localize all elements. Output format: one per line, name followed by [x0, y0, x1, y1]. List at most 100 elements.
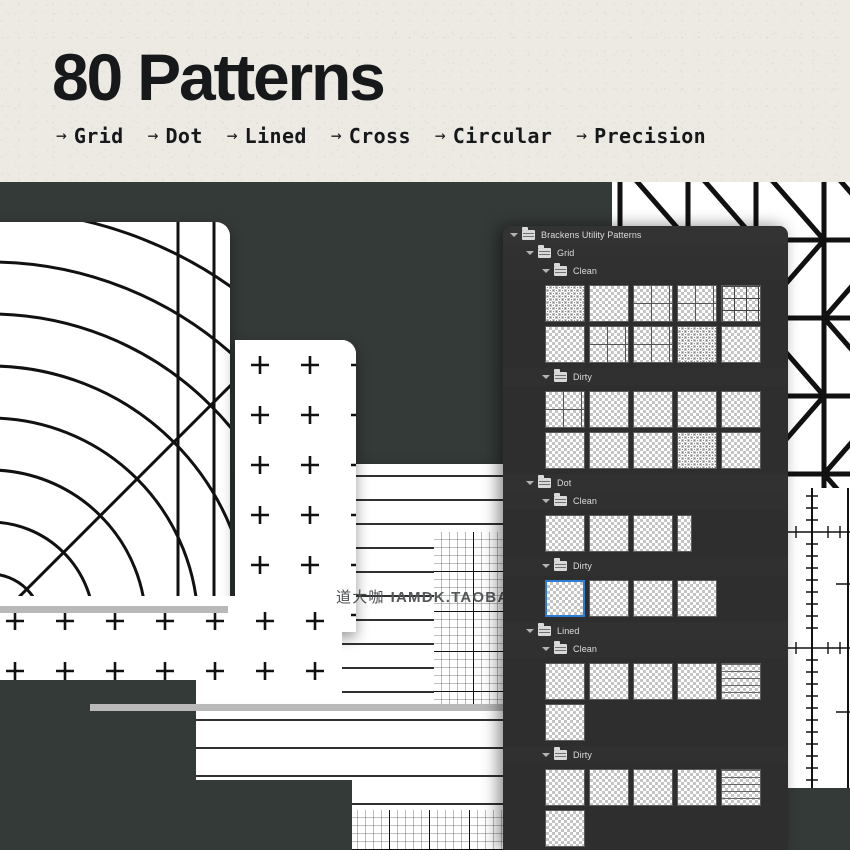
chevron-down-icon[interactable] [541, 751, 550, 760]
pattern-thumbnail[interactable] [633, 769, 673, 806]
card-edge-highlight [90, 704, 542, 711]
pattern-thumbnail[interactable] [721, 285, 761, 322]
pattern-thumbnail[interactable] [589, 326, 629, 363]
category-item-circular[interactable]: → Circular [435, 126, 552, 146]
pattern-thumbnail[interactable] [677, 663, 717, 700]
panel-subgroup-row-lined-dirty[interactable]: Dirty [503, 746, 788, 764]
category-item-grid[interactable]: → Grid [56, 126, 124, 146]
pattern-thumbnail[interactable] [589, 769, 629, 806]
panel-subgroup-label: Dirty [573, 749, 592, 760]
panel-group-grid: Grid Clean Dirty [503, 244, 788, 474]
panel-group-row-lined[interactable]: Lined [503, 622, 788, 640]
panel-subgroup-label: Clean [573, 495, 598, 506]
category-label: Precision [594, 124, 707, 148]
pattern-thumbnail[interactable] [721, 326, 761, 363]
pattern-thumbnail[interactable] [633, 580, 673, 617]
pattern-thumbnail[interactable] [589, 515, 629, 552]
panel-group-row-dot[interactable]: Dot [503, 474, 788, 492]
category-label: Circular [452, 124, 553, 148]
thumbnail-grid-dot-dirty [503, 575, 788, 622]
arrow-right-icon: → [330, 125, 342, 146]
pattern-thumbnail[interactable] [545, 515, 585, 552]
pattern-thumbnail[interactable] [633, 326, 673, 363]
chevron-down-icon[interactable] [509, 231, 518, 240]
folder-icon [554, 369, 567, 382]
pattern-thumbnail[interactable] [721, 391, 761, 428]
panel-group-label: Lined [557, 625, 580, 636]
pattern-thumbnail[interactable] [633, 515, 673, 552]
pattern-thumbnail[interactable] [589, 580, 629, 617]
arrow-right-icon: → [434, 125, 446, 146]
pattern-thumbnail[interactable] [545, 810, 585, 847]
pattern-thumbnail[interactable] [545, 704, 585, 741]
panel-subgroup-label: Clean [573, 643, 598, 654]
panel-group-label: Dot [557, 477, 572, 488]
chevron-down-icon[interactable] [541, 645, 550, 654]
cross-plus-pattern-graphic [235, 340, 356, 632]
category-label: Grid [73, 124, 124, 148]
panel-subgroup-row-grid-clean[interactable]: Clean [503, 262, 788, 280]
pattern-thumbnail[interactable] [721, 663, 761, 700]
pattern-thumbnail[interactable] [589, 391, 629, 428]
pattern-thumbnail[interactable] [545, 391, 585, 428]
patterns-panel[interactable]: Brackens Utility Patterns Grid Clean Dir… [503, 226, 788, 850]
pattern-thumbnail[interactable] [589, 285, 629, 322]
panel-subgroup-row-dot-clean[interactable]: Clean [503, 492, 788, 510]
folder-icon [554, 263, 567, 276]
folder-icon [538, 623, 551, 636]
thumbnail-grid-dot-clean [503, 510, 788, 557]
pattern-thumbnail[interactable] [677, 285, 717, 322]
pattern-thumbnail[interactable] [677, 515, 692, 552]
category-item-dot[interactable]: → Dot [148, 126, 203, 146]
folder-icon [554, 641, 567, 654]
chevron-down-icon[interactable] [525, 627, 534, 636]
pattern-thumbnail[interactable] [677, 326, 717, 363]
category-item-cross[interactable]: → Cross [331, 126, 411, 146]
arrow-right-icon: → [147, 125, 159, 146]
pattern-thumbnail[interactable] [633, 663, 673, 700]
pattern-thumbnail[interactable] [545, 769, 585, 806]
pattern-thumbnail[interactable] [677, 391, 717, 428]
pattern-thumbnail[interactable] [589, 663, 629, 700]
chevron-down-icon[interactable] [525, 479, 534, 488]
category-item-lined[interactable]: → Lined [227, 126, 307, 146]
chevron-down-icon[interactable] [541, 267, 550, 276]
folder-icon [554, 493, 567, 506]
panel-group-row-grid[interactable]: Grid [503, 244, 788, 262]
category-list: → Grid → Dot → Lined → Cross → Circular … [56, 126, 706, 146]
header-banner: 80 Patterns → Grid → Dot → Lined → Cross… [0, 0, 850, 182]
thumbnail-grid-lined-dirty [503, 764, 788, 850]
chevron-down-icon[interactable] [541, 497, 550, 506]
pattern-thumbnail[interactable] [677, 580, 717, 617]
pattern-thumbnail[interactable] [633, 432, 673, 469]
pattern-thumbnail[interactable] [633, 285, 673, 322]
pattern-thumbnail[interactable] [545, 326, 585, 363]
category-label: Dot [165, 124, 203, 148]
pattern-thumbnail[interactable] [721, 432, 761, 469]
pattern-swatch-cross [235, 340, 356, 632]
panel-subgroup-row-grid-dirty[interactable]: Dirty [503, 368, 788, 386]
pattern-thumbnail[interactable] [633, 391, 673, 428]
thumbnail-grid-lined-clean [503, 658, 788, 746]
panel-root-row[interactable]: Brackens Utility Patterns [503, 226, 788, 244]
panel-subgroup-row-lined-clean[interactable]: Clean [503, 640, 788, 658]
pattern-thumbnail[interactable] [677, 769, 717, 806]
category-item-precision[interactable]: → Precision [576, 126, 706, 146]
panel-root-label: Brackens Utility Patterns [541, 229, 642, 240]
thumbnail-grid-grid-dirty [503, 386, 788, 474]
chevron-down-icon[interactable] [541, 373, 550, 382]
panel-subgroup-row-dot-dirty[interactable]: Dirty [503, 557, 788, 575]
pattern-thumbnail-selected[interactable] [545, 580, 585, 617]
panel-group-label: Grid [557, 247, 575, 258]
pattern-thumbnail[interactable] [545, 285, 585, 322]
page-title: 80 Patterns [52, 40, 386, 114]
chevron-down-icon[interactable] [525, 249, 534, 258]
card-edge-highlight [0, 606, 228, 613]
pattern-thumbnail[interactable] [721, 769, 761, 806]
pattern-thumbnail[interactable] [589, 432, 629, 469]
chevron-down-icon[interactable] [541, 562, 550, 571]
pattern-thumbnail[interactable] [545, 432, 585, 469]
canvas-occluder-bottom [0, 780, 352, 850]
pattern-thumbnail[interactable] [677, 432, 717, 469]
pattern-thumbnail[interactable] [545, 663, 585, 700]
